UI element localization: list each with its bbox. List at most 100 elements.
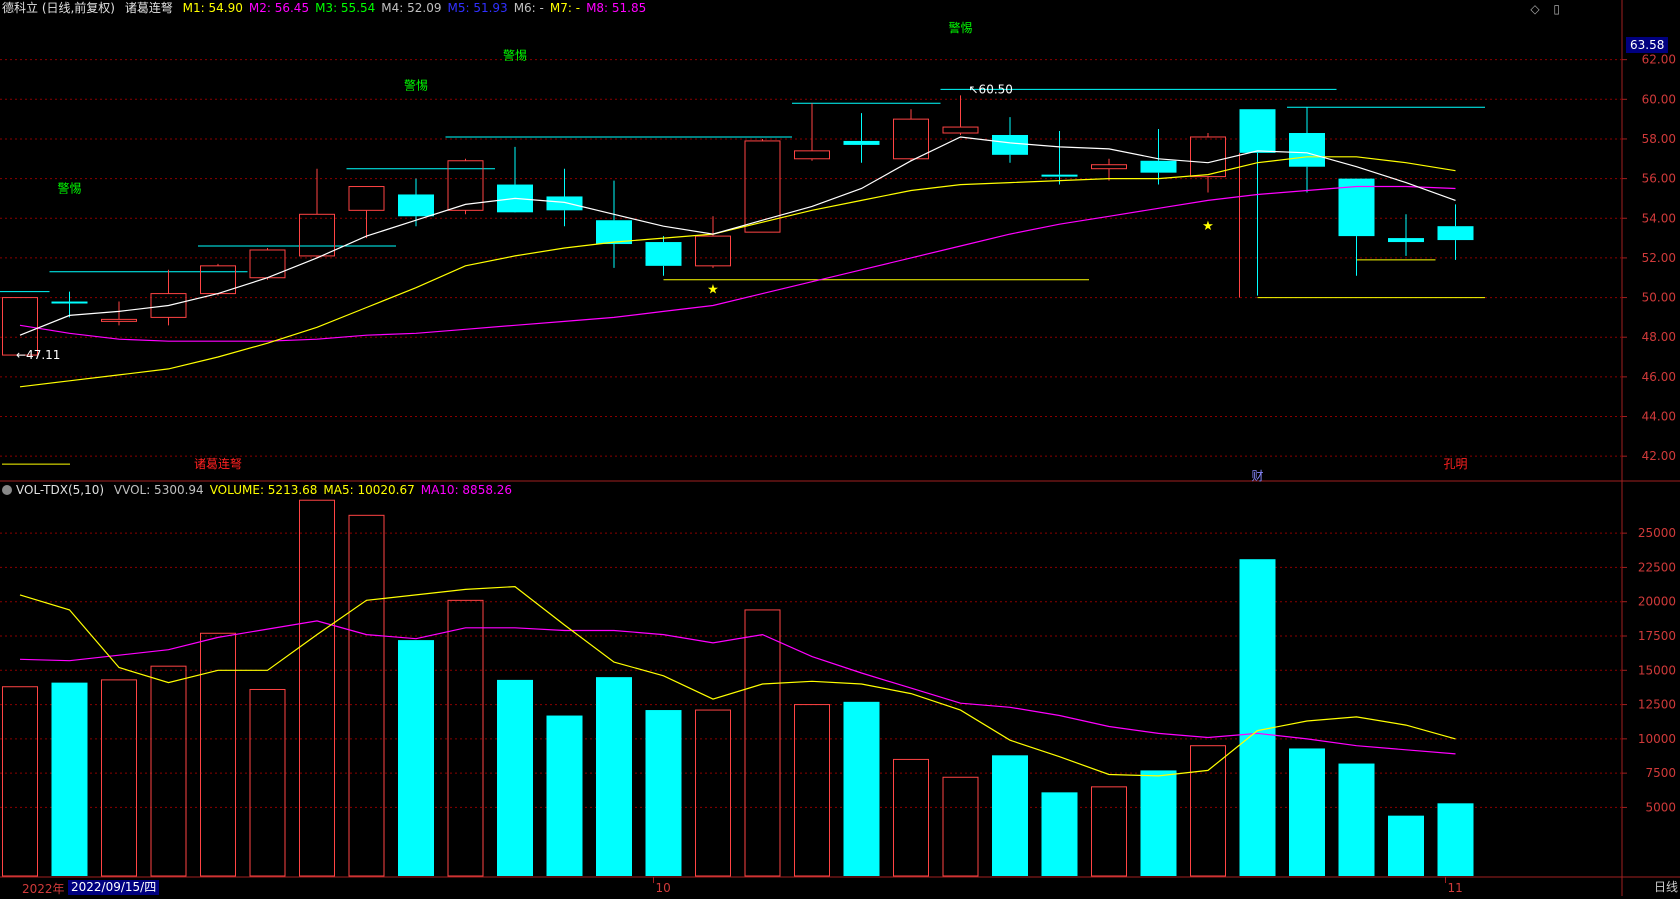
volume-bar-down	[1239, 559, 1276, 876]
volume-chart-header: VOL-TDX(5,10) VVOL: 5300.94 VOLUME: 5213.…	[2, 482, 524, 498]
candle-body-down	[843, 140, 880, 145]
ma-labels-item: M8: 51.85	[586, 1, 647, 15]
candle-body-up	[695, 235, 731, 267]
volume-bar-up	[893, 758, 929, 877]
ma-labels-item: M7: -	[549, 1, 581, 15]
candle-body-down	[596, 220, 632, 245]
volume-bar-down	[51, 682, 88, 876]
price-tick-label: 44.00	[1642, 410, 1676, 424]
volume-tick-label: 25000	[1638, 526, 1676, 540]
volume-bar-down	[1437, 803, 1474, 876]
volume-tick-label: 12500	[1638, 698, 1676, 712]
chart-annotation: 孔明	[1443, 457, 1467, 471]
volume-bar-down	[1388, 815, 1424, 876]
ma-labels-item: M2: 56.45	[248, 1, 310, 15]
chart-annotation: ★	[1202, 219, 1214, 234]
volume-tick-label: 5000	[1645, 800, 1676, 814]
ma-labels-item: M6: -	[513, 1, 544, 15]
ma-labels-item: M4: 52.09	[381, 1, 442, 15]
volume-bar-up	[101, 679, 137, 877]
volume-bar-up	[794, 704, 830, 877]
price-tick-label: 46.00	[1642, 370, 1676, 384]
stock-chart-svg[interactable]: 42.00 44.00 46.00 48.00 50.00 52.00 54.00 56.00…	[0, 0, 1680, 896]
price-tick-label: 50.00	[1642, 291, 1676, 305]
volume-bar-up	[695, 709, 731, 877]
price-tick-label: 42.00	[1642, 449, 1676, 463]
selected-date: 2022/09/15/四	[68, 880, 160, 895]
volume-bar-up	[150, 665, 187, 877]
chart-annotation: 警惕	[503, 48, 527, 63]
chart-annotation: 警惕	[57, 181, 81, 196]
diamond-icon[interactable]: ◇	[1530, 2, 1539, 16]
price-chart-header: 德科立 (日线,前复权) 诸葛连弩 M1: 54.90 M2: 56.45 M3: …	[2, 0, 658, 16]
ma-labels-item: M1: 54.90	[182, 1, 243, 15]
candle-body-down	[1041, 174, 1078, 177]
vol-title[interactable]: VOL-TDX(5,10)	[16, 483, 104, 497]
volume-bar-down	[398, 640, 434, 876]
stock-title[interactable]: 德科立 (日线,前复权)	[2, 1, 115, 15]
volume-bar-down	[1338, 763, 1375, 876]
candle-body-down	[1388, 238, 1424, 243]
month-label: 11	[1448, 881, 1463, 895]
volume-bar-up	[1091, 786, 1127, 877]
volume-bar-down	[546, 715, 583, 876]
candle-body-up	[101, 318, 137, 322]
volume-bar-down	[497, 679, 533, 876]
volume-bar-down	[596, 677, 632, 876]
volume-bar-down	[1041, 792, 1078, 876]
volume-bar-up	[299, 499, 335, 877]
volume-bar-up	[2, 686, 38, 877]
vol-labels-item: VOLUME: 5213.68	[209, 483, 318, 497]
price-tick-label: 56.00	[1642, 172, 1676, 186]
ma-magenta-line	[19, 185, 1456, 342]
vol-labels-item: MA5: 10020.67	[323, 483, 415, 497]
ma-labels-item: M5: 51.93	[447, 1, 508, 15]
ma-labels-item: M3: 55.54	[315, 1, 376, 15]
candle-body-up	[299, 213, 335, 257]
collapse-icon[interactable]: ▯	[1553, 2, 1560, 16]
volume-bar-up	[249, 688, 286, 877]
price-tick-label: 54.00	[1642, 211, 1676, 225]
candle-body-up	[942, 126, 979, 134]
candle-body-down	[546, 196, 583, 211]
volume-tick-label: 15000	[1638, 663, 1676, 677]
candle-body-down	[1437, 226, 1474, 241]
volume-tick-label: 7500	[1645, 766, 1676, 780]
volume-bar-up	[942, 776, 979, 877]
candle-body-down	[992, 134, 1028, 155]
volume-tick-label: 20000	[1638, 595, 1676, 609]
chart-annotation: ★	[707, 283, 719, 298]
volume-bar-up	[447, 599, 484, 877]
chart-annotation: 警惕	[404, 77, 428, 92]
vol-labels-item: MA10: 8858.26	[420, 483, 513, 497]
chart-stage[interactable]: 42.00 44.00 46.00 48.00 50.00 52.00 54.00 56.00…	[0, 0, 1680, 896]
volume-tick-label: 10000	[1638, 732, 1676, 746]
volume-bar-down	[992, 755, 1028, 876]
volume-bar-up	[744, 609, 781, 877]
ma-labels: M1: 54.90 M2: 56.45 M3: 55.54 M4: 52.09 M5: …	[183, 1, 653, 15]
volume-bar-up	[348, 514, 385, 877]
candle-body-up	[794, 150, 830, 160]
indicator-menu-icon[interactable]	[2, 485, 12, 495]
candle-body-down	[1239, 109, 1276, 153]
volume-bar-down	[1140, 770, 1177, 876]
volume-bar-down	[645, 710, 682, 876]
chart-annotation: 财	[1251, 469, 1263, 483]
vol-labels-item: VVOL: 5300.94	[113, 483, 204, 497]
volume-bar-down	[1289, 748, 1325, 876]
candle-body-down	[645, 242, 682, 266]
price-tick-label: 62.00	[1642, 53, 1676, 67]
chart-annotation: ↖60.50	[969, 82, 1013, 96]
candle-body-up	[249, 249, 286, 279]
month-label: 10	[656, 881, 671, 895]
volume-bar-up	[1190, 745, 1226, 877]
period-label[interactable]: 日线	[1654, 878, 1678, 895]
chart-annotation: ←47.11	[16, 348, 60, 362]
indicator-name[interactable]: 诸葛连弩	[125, 1, 173, 15]
year-label: 2022年	[22, 882, 65, 896]
top-right-tools: ◇ ▯	[1520, 2, 1560, 16]
chart-annotation: 警惕	[948, 20, 972, 35]
candle-body-down	[398, 194, 434, 217]
price-tick-label: 58.00	[1642, 132, 1676, 146]
volume-tick-label: 17500	[1638, 629, 1676, 643]
